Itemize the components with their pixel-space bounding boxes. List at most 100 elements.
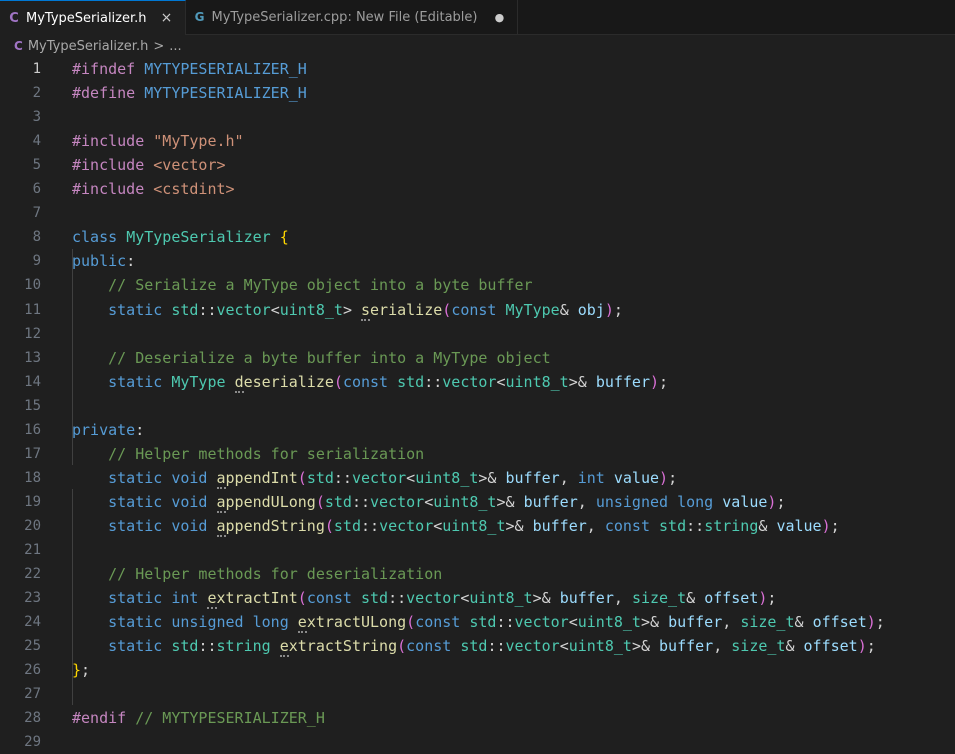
- code-token: ): [650, 372, 660, 391]
- code-token: <: [406, 468, 416, 487]
- code-token: <: [433, 516, 443, 535]
- function-name[interactable]: appendInt: [216, 468, 298, 489]
- code-line[interactable]: 16 private:: [0, 418, 955, 442]
- code-token: uint8_t: [469, 589, 533, 608]
- code-token: vector: [514, 613, 569, 632]
- hint-squiggle: e: [279, 637, 289, 658]
- code-token: std: [171, 637, 199, 656]
- function-name[interactable]: extractString: [279, 637, 397, 658]
- close-icon[interactable]: ×: [159, 10, 175, 26]
- code-line[interactable]: 26};: [0, 658, 955, 682]
- function-name[interactable]: extractULong: [297, 613, 406, 634]
- code-line[interactable]: 22 // Helper methods for deserialization: [0, 562, 955, 586]
- line-number: 23: [24, 590, 41, 607]
- code-token: ): [866, 613, 876, 632]
- code-line[interactable]: 17 // Helper methods for serialization: [0, 442, 955, 466]
- code-line[interactable]: 13 // Deserialize a byte buffer into a M…: [0, 346, 955, 370]
- code-token: MyType: [171, 372, 235, 391]
- code-line[interactable]: 6 #include <cstdint>: [0, 177, 955, 201]
- code-line[interactable]: 2 #define MYTYPESERIALIZER_H: [0, 81, 955, 105]
- code-line[interactable]: 25 static std::string extractString(cons…: [0, 634, 955, 658]
- code-line[interactable]: 15: [0, 394, 955, 418]
- code-token: ::: [424, 372, 443, 391]
- code-token: ;: [668, 468, 678, 487]
- hint-squiggle: e: [207, 589, 217, 610]
- code-line[interactable]: 23 static int extractInt(const std::vect…: [0, 586, 955, 610]
- code-token: ;: [776, 492, 786, 511]
- unsaved-dot-icon[interactable]: ●: [491, 11, 507, 24]
- code-line[interactable]: 20 static void appendString(std::vector<…: [0, 514, 955, 538]
- tab-mytypeserializer-h[interactable]: C MyTypeSerializer.h ×: [0, 0, 186, 35]
- code-line[interactable]: 19 static void appendULong(std::vector<u…: [0, 490, 955, 514]
- function-name[interactable]: serialize: [361, 300, 442, 321]
- function-name[interactable]: appendString: [216, 516, 325, 537]
- code-line[interactable]: 18 static void appendInt(std::vector<uin…: [0, 466, 955, 490]
- code-line[interactable]: 14 static MyType deserialize(const std::…: [0, 370, 955, 394]
- line-number: 18: [24, 469, 41, 486]
- code-token: ;: [613, 300, 623, 319]
- code-line[interactable]: 3: [0, 105, 955, 129]
- code-token: >&: [568, 372, 596, 391]
- code-token: std: [469, 613, 497, 632]
- code-token: std: [171, 300, 199, 319]
- line-number: 26: [24, 662, 41, 679]
- line-number: 24: [24, 614, 41, 631]
- code-line[interactable]: 29: [0, 730, 955, 754]
- code-text: class MyTypeSerializer {: [72, 225, 289, 249]
- code-token: &: [794, 613, 813, 632]
- code-line[interactable]: 8 class MyTypeSerializer {: [0, 225, 955, 249]
- code-token: >&: [532, 589, 560, 608]
- code-token: const: [451, 300, 506, 319]
- code-line[interactable]: 12: [0, 322, 955, 346]
- code-token: "MyType.h": [153, 132, 244, 151]
- code-line[interactable]: 9 public:: [0, 249, 955, 273]
- code-token: uint8_t: [415, 468, 479, 487]
- c-file-icon: C: [9, 10, 19, 26]
- code-token: }: [72, 661, 82, 680]
- code-token: // Helper methods for serialization: [108, 444, 425, 463]
- code-line[interactable]: 11 static std::vector<uint8_t> serialize…: [0, 298, 955, 322]
- code-line[interactable]: 4 #include "MyType.h": [0, 129, 955, 153]
- line-number: 2: [32, 85, 41, 102]
- code-line[interactable]: 5 #include <vector>: [0, 153, 955, 177]
- code-token: ;: [830, 516, 840, 535]
- code-line[interactable]: 7: [0, 201, 955, 225]
- code-line[interactable]: 1 #ifndef MYTYPESERIALIZER_H: [0, 57, 955, 81]
- code-token: <: [270, 300, 280, 319]
- breadcrumb-symbols[interactable]: ...: [169, 39, 181, 54]
- function-name[interactable]: appendULong: [216, 492, 316, 513]
- code-text: #include <vector>: [72, 153, 226, 177]
- tab-mytypeserializer-cpp[interactable]: G MyTypeSerializer.cpp: New File (Editab…: [186, 0, 519, 34]
- code-token: std: [306, 468, 334, 487]
- function-name[interactable]: deserialize: [234, 372, 334, 393]
- code-text: };: [72, 658, 90, 682]
- code-token: static unsigned long: [108, 613, 298, 632]
- code-token: static void: [108, 468, 217, 487]
- code-token: uint8_t: [279, 300, 343, 319]
- function-name[interactable]: extractInt: [207, 589, 298, 610]
- line-number: 27: [24, 686, 41, 703]
- code-token: (: [315, 492, 325, 511]
- code-token: ::: [496, 613, 515, 632]
- code-line[interactable]: 27: [0, 682, 955, 706]
- code-line[interactable]: 10 // Serialize a MyType object into a b…: [0, 273, 955, 297]
- code-token: buffer: [595, 372, 650, 391]
- code-token: vector: [379, 516, 434, 535]
- code-token: buffer: [505, 468, 560, 487]
- breadcrumb-file[interactable]: MyTypeSerializer.h: [28, 39, 149, 54]
- code-line[interactable]: 24 static unsigned long extractULong(con…: [0, 610, 955, 634]
- line-number: 29: [24, 734, 41, 751]
- code-token: ): [857, 637, 867, 656]
- code-token: MyType: [505, 300, 560, 319]
- code-line[interactable]: 28 #endif // MYTYPESERIALIZER_H: [0, 706, 955, 730]
- code-token: <: [496, 372, 506, 391]
- code-line[interactable]: 21: [0, 538, 955, 562]
- tab-label: MyTypeSerializer.cpp: New File (Editable…: [211, 9, 478, 25]
- code-editor[interactable]: 1 #ifndef MYTYPESERIALIZER_H 2 #define MYTY…: [0, 57, 955, 750]
- code-token: size_t: [740, 613, 795, 632]
- code-token: >: [342, 300, 361, 319]
